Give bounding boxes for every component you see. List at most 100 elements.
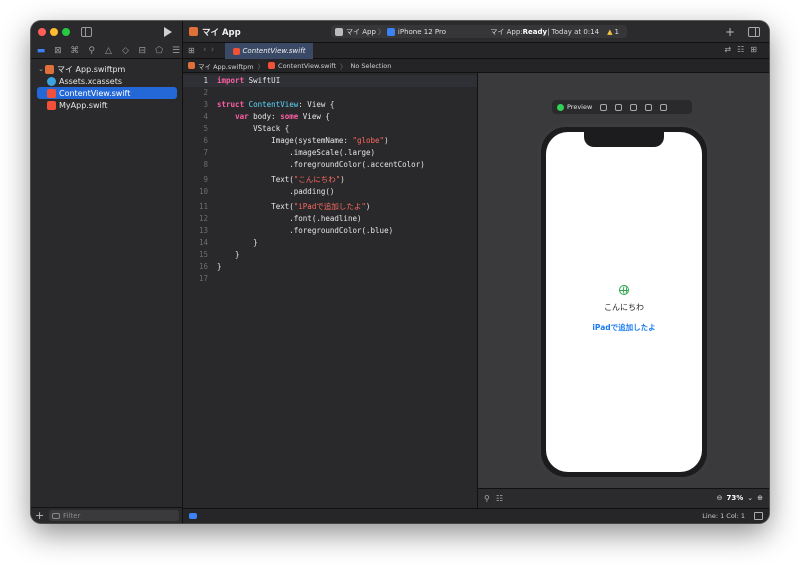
inspect-icon[interactable] <box>615 103 623 111</box>
code-line[interactable]: 16} <box>183 261 477 273</box>
debug-area-icon[interactable] <box>189 513 197 519</box>
line-col-indicator: Line: 1 Col: 1 <box>702 512 745 520</box>
tab-label: ContentView.swift <box>242 47 306 55</box>
status-app: マイ App: <box>490 27 523 36</box>
filter-input[interactable]: Filter <box>49 510 179 521</box>
editor-status-bar: Line: 1 Col: 1 <box>183 508 769 523</box>
code-line[interactable]: 13 .foregroundColor(.blue) <box>183 225 477 237</box>
scheme-selector[interactable]: マイ App 〉 <box>331 27 387 37</box>
breadcrumb-file[interactable]: ContentView.swift <box>278 62 336 70</box>
code-line[interactable]: 17 <box>183 273 477 285</box>
close-window-button[interactable] <box>38 28 46 36</box>
code-text: .imageScale(.large) <box>217 148 376 157</box>
line-number: 4 <box>203 112 208 121</box>
code-line[interactable]: 12 .font(.headline) <box>183 213 477 225</box>
source-editor[interactable]: 1 import SwiftUI 2 3 struct ContentView: V… <box>183 73 477 508</box>
zoom-control[interactable]: ⊖ 73% ⌄ ⊕ <box>717 494 763 502</box>
device-settings-icon[interactable] <box>645 103 653 111</box>
navigation-arrows-icon[interactable]: ‹› <box>203 45 218 55</box>
add-library-button[interactable]: + <box>725 25 735 39</box>
debug-icon[interactable]: ⊟ <box>135 44 149 58</box>
line-number: 2 <box>203 88 208 97</box>
device-icon <box>386 27 395 36</box>
line-number: 1 <box>203 76 208 85</box>
code-text: import SwiftUI <box>217 76 281 85</box>
line-number: 15 <box>198 250 208 259</box>
live-preview-icon[interactable] <box>557 103 564 111</box>
play-icon[interactable] <box>600 103 608 111</box>
minimize-window-button[interactable] <box>50 28 58 36</box>
line-number: 3 <box>203 100 208 109</box>
preview-canvas[interactable]: Preview こんにちわ iPadで追加したよ <box>477 73 769 488</box>
warning-count: 1 <box>614 27 619 36</box>
code-text: } <box>217 238 258 247</box>
inspector-toggle-icon[interactable] <box>748 27 760 37</box>
code-line[interactable]: 11 Text("iPadで追加したよ") <box>183 201 477 213</box>
code-line[interactable]: 5 VStack { <box>183 123 477 135</box>
jump-bar: マイ App.swiftpm 〉 ContentView.swift 〉 No … <box>183 59 769 73</box>
search-icon[interactable]: ⚲ <box>85 44 99 58</box>
select-icon[interactable] <box>630 103 638 111</box>
breadcrumb-package[interactable]: マイ App.swiftpm <box>198 61 254 71</box>
tree-item-package[interactable]: ⌄ マイ App.swiftpm <box>37 63 177 75</box>
tab-contentview[interactable]: ContentView.swift <box>225 43 313 59</box>
code-text: .font(.headline) <box>217 214 362 223</box>
code-line[interactable]: 8 .foregroundColor(.accentColor) <box>183 159 477 171</box>
editor-tab-bar: ⊞ ‹› ContentView.swift ⇄☷⊞ <box>183 43 769 59</box>
related-items-icon[interactable]: ⊞ <box>188 46 195 55</box>
package-icon <box>188 62 195 69</box>
zoom-in-icon[interactable]: ⊕ <box>757 494 763 502</box>
preview-label[interactable]: Preview <box>567 103 592 111</box>
code-line[interactable]: 3 struct ContentView: View { <box>183 99 477 111</box>
navigator-sidebar: ▬ ⊠ ⌘ ⚲ △ ◇ ⊟ ⬠ ☰ ⌄ マイ App.swiftpm Asset… <box>31 21 183 523</box>
code-line[interactable]: 2 <box>183 87 477 99</box>
chevron-down-icon[interactable]: ⌄ <box>747 494 753 502</box>
filter-placeholder: Filter <box>63 511 81 520</box>
destination-selector[interactable]: iPhone 12 Pro <box>386 27 446 36</box>
filter-options-icon[interactable] <box>52 512 60 519</box>
code-line[interactable]: 10 .padding() <box>183 186 477 198</box>
sidebar-toggle-icon[interactable] <box>81 27 92 37</box>
report-icon[interactable]: ☰ <box>169 44 183 58</box>
breadcrumb-symbol[interactable]: No Selection <box>351 62 392 70</box>
duplicate-icon[interactable] <box>660 103 668 111</box>
add-file-button[interactable]: + <box>35 509 47 522</box>
breakpoint-icon[interactable]: ⬠ <box>152 44 166 58</box>
code-text: struct ContentView: View { <box>217 100 335 109</box>
warning-icon[interactable]: △ <box>102 44 116 58</box>
line-number: 12 <box>198 214 208 223</box>
source-control-icon[interactable]: ⊠ <box>51 44 65 58</box>
code-line[interactable]: 14 } <box>183 237 477 249</box>
editor-options-icon[interactable]: ⇄☷⊞ <box>724 45 763 54</box>
code-line[interactable]: 6 Image(systemName: "globe") <box>183 135 477 147</box>
code-line[interactable]: 15 } <box>183 249 477 261</box>
test-icon[interactable]: ◇ <box>118 44 132 58</box>
device-screen[interactable]: こんにちわ iPadで追加したよ <box>546 132 702 472</box>
destination-device: iPhone 12 Pro <box>397 27 446 36</box>
line-number: 13 <box>198 226 208 235</box>
app-package-icon <box>189 27 198 36</box>
warning-icon[interactable]: ▲ <box>607 28 612 36</box>
line-number: 5 <box>203 124 208 133</box>
hierarchy-icon[interactable]: ⌘ <box>68 44 82 58</box>
run-button[interactable] <box>164 27 172 37</box>
chevron-down-icon[interactable]: ⌄ <box>37 65 45 73</box>
code-line[interactable]: 9 Text("こんにちわ") <box>183 174 477 186</box>
tree-item-myapp[interactable]: MyApp.swift <box>37 99 177 111</box>
chevron-right-icon: 〉 <box>377 27 385 36</box>
panel-toggle-icon[interactable] <box>754 512 763 520</box>
tree-item-assets[interactable]: Assets.xcassets <box>37 75 177 87</box>
code-line[interactable]: 4 var body: some View { <box>183 111 477 123</box>
code-line[interactable]: 1 import SwiftUI <box>183 75 477 87</box>
zoom-window-button[interactable] <box>62 28 70 36</box>
pin-icon[interactable]: ⚲☷ <box>484 494 509 503</box>
swift-file-icon <box>47 100 56 110</box>
zoom-level[interactable]: 73% <box>726 494 743 502</box>
navigator-selector-bar: ▬ ⊠ ⌘ ⚲ △ ◇ ⊟ ⬠ ☰ <box>31 43 183 59</box>
code-line[interactable]: 7 .imageScale(.large) <box>183 147 477 159</box>
folder-icon[interactable]: ▬ <box>34 44 48 58</box>
tree-item-contentview[interactable]: ContentView.swift <box>37 87 177 99</box>
zoom-out-icon[interactable]: ⊖ <box>717 494 723 502</box>
scheme-status-bar[interactable]: マイ App 〉 iPhone 12 Pro マイ App: Ready | T… <box>331 25 627 38</box>
code-text: } <box>217 262 222 271</box>
